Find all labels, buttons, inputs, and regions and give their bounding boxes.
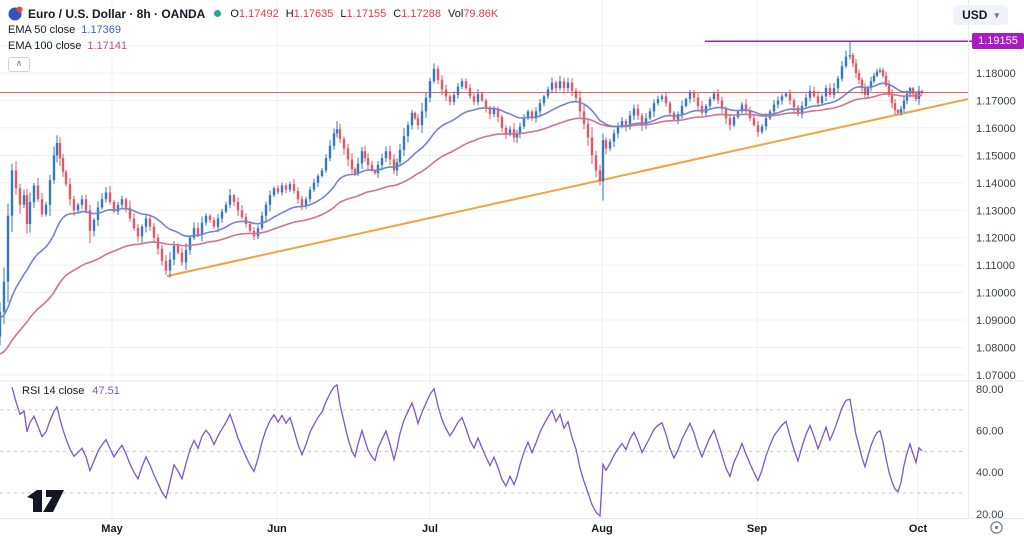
trading-chart-app: 1.180001.170001.160001.150001.140001.130… [0,0,1024,540]
indicator-value: 1.17141 [87,40,127,52]
collapse-legend-button[interactable]: ∧ [8,57,30,72]
symbol-row[interactable]: Euro / U.S. Dollar · 8h · OANDA O1.17492… [8,5,498,22]
indicator-row-ema50[interactable]: EMA 50 close 1.17369 [8,22,498,38]
price-axis[interactable] [968,0,1024,518]
chart-legend: Euro / U.S. Dollar · 8h · OANDA O1.17492… [8,5,498,72]
chevron-down-icon: ▾ [994,10,999,21]
indicator-name: EMA 100 close [8,40,81,52]
rsi-value: 47.51 [92,385,120,397]
axis-tick-labels: 1.180001.170001.160001.150001.140001.130… [101,68,1015,535]
tradingview-logo[interactable] [26,490,72,512]
settings-icon[interactable] [989,520,1004,535]
currency-selector[interactable]: USD ▾ [953,5,1008,25]
market-status-icon [214,10,221,17]
volume-value: 79.86K [463,8,498,20]
rsi-line[interactable] [12,385,922,516]
alert-price-label[interactable]: 1.19155 [972,33,1024,49]
candlestick-chart[interactable]: 1.180001.170001.160001.150001.140001.130… [0,0,1024,540]
ema50-line[interactable] [0,83,922,318]
low-value: 1.17155 [347,8,387,20]
time-axis[interactable] [0,518,1024,540]
instrument-icon [8,6,23,21]
candles [0,41,923,345]
indicator-value: 1.17369 [81,24,121,36]
ohlc-values: O1.17492 H1.17635 L1.17155 C1.17288 Vol7… [230,8,498,20]
grid-lines [0,0,1024,518]
ema100-line[interactable] [0,94,922,354]
rsi-name: RSI 14 close [22,385,84,397]
high-value: 1.17635 [294,8,334,20]
open-value: 1.17492 [239,8,279,20]
symbol-title[interactable]: Euro / U.S. Dollar · 8h · OANDA [28,7,205,21]
indicator-name: EMA 50 close [8,24,75,36]
indicator-row-ema100[interactable]: EMA 100 close 1.17141 [8,38,498,54]
currency-label: USD [962,8,987,22]
chevron-up-icon: ∧ [16,58,23,68]
rsi-legend[interactable]: RSI 14 close 47.51 [22,385,120,397]
close-value: 1.17288 [401,8,441,20]
